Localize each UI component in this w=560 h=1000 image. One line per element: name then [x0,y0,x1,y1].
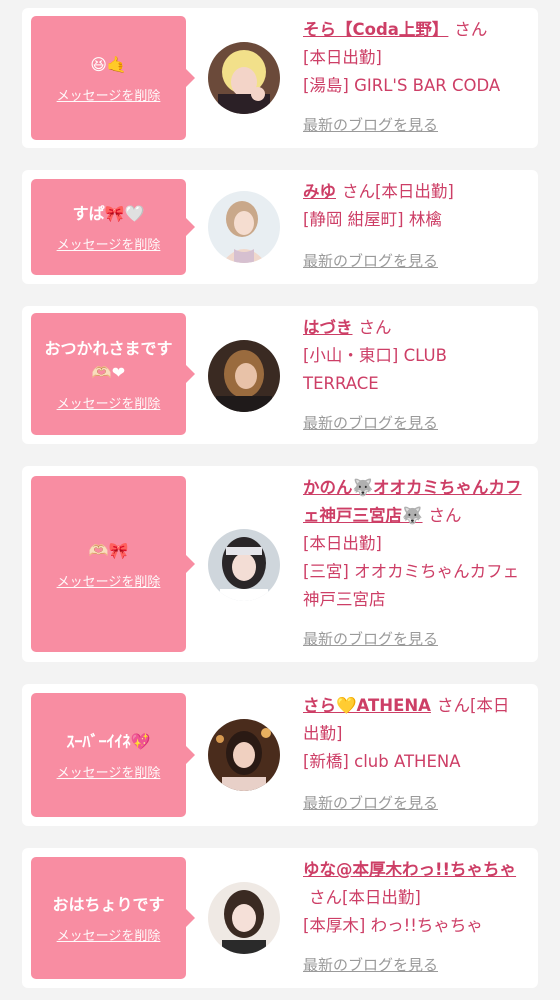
message-card: ｽｰﾊﾞｰｲｲﾈ💖 メッセージを削除 さら💛ATHENA さん[本日出勤] [新橋… [22,684,538,826]
latest-blog-link[interactable]: 最新のブログを見る [303,412,438,433]
avatar[interactable] [208,340,280,412]
message-bubble: おつかれさまです 🫶🏻❤ メッセージを削除 [31,313,195,435]
girl-info: はづき さん [小山・東口] CLUB TERRACE [303,314,525,398]
honorific: さん [358,318,392,337]
delete-message-button[interactable]: メッセージを削除 [57,925,161,944]
honorific: さん [342,182,375,201]
message-card: 😆🤙 メッセージを削除 そら【Coda上野】 さん [本日出勤] [湯島] GIR… [22,8,538,148]
shop-info: [本厚木] わっ!!ちゃちゃ [303,916,483,935]
attendance-status: [本日出勤] [375,182,454,201]
avatar[interactable] [208,191,280,263]
latest-blog-link[interactable]: 最新のブログを見る [303,114,438,135]
avatar[interactable] [208,719,280,791]
shop-info: [本日出勤] [三宮] オオカミちゃんカフェ神戸三宮店 [303,534,520,609]
delete-message-button[interactable]: メッセージを削除 [57,762,161,781]
message-text: 😆🤙 [90,54,127,74]
girl-name-link[interactable]: かのん🐺オオカミちゃんカフェ神戸三宮店🐺 [303,478,522,525]
message-text: 🫶🏻🎀 [88,540,129,560]
message-text: おつかれさまです 🫶🏻❤ [44,338,173,382]
girl-info: さら💛ATHENA さん[本日出勤] [新橋] club ATHENA [303,692,525,776]
girl-name-link[interactable]: はづき [303,318,353,337]
shop-info: [静岡 紺屋町] 林檎 [303,210,442,229]
message-card: おつかれさまです 🫶🏻❤ メッセージを削除 はづき さん [小山・東口] CLUB… [22,306,538,444]
message-list: 😆🤙 メッセージを削除 そら【Coda上野】 さん [本日出勤] [湯島] GIR… [0,0,560,1000]
message-card: おはちょりです メッセージを削除 ゆな@本厚木わっ!!ちゃちゃさん[本日出勤] … [22,848,538,988]
message-bubble: 😆🤙 メッセージを削除 [31,16,195,140]
latest-blog-link[interactable]: 最新のブログを見る [303,792,438,813]
attendance-status: [本日出勤] [342,888,421,907]
avatar[interactable] [208,42,280,114]
girl-info: そら【Coda上野】 さん [本日出勤] [湯島] GIRL'S BAR CODA [303,16,525,100]
message-bubble: おはちょりです メッセージを削除 [31,857,195,979]
girl-name-link[interactable]: さら💛ATHENA [303,696,431,715]
honorific: さん [454,20,488,39]
latest-blog-link[interactable]: 最新のブログを見る [303,628,438,649]
shop-info: [新橋] club ATHENA [303,752,461,771]
girl-info: かのん🐺オオカミちゃんカフェ神戸三宮店🐺 さん [本日出勤] [三宮] オオカミち… [303,474,525,614]
delete-message-button[interactable]: メッセージを削除 [57,393,161,412]
message-card: すぱ🎀🤍 メッセージを削除 みゆ さん[本日出勤] [静岡 紺屋町] 林檎 最新の… [22,170,538,284]
latest-blog-link[interactable]: 最新のブログを見る [303,954,438,975]
latest-blog-link[interactable]: 最新のブログを見る [303,250,438,271]
honorific: さん [309,888,342,907]
message-bubble: ｽｰﾊﾞｰｲｲﾈ💖 メッセージを削除 [31,693,195,817]
girl-name-link[interactable]: そら【Coda上野】 [303,20,448,39]
message-bubble: すぱ🎀🤍 メッセージを削除 [31,179,195,275]
girl-info: みゆ さん[本日出勤] [静岡 紺屋町] 林檎 [303,178,525,234]
honorific: さん [436,696,470,715]
message-card: 🫶🏻🎀 メッセージを削除 かのん🐺オオカミちゃんカフェ神戸三宮店🐺 さん [本日出… [22,466,538,662]
girl-name-link[interactable]: みゆ [303,182,336,201]
shop-info: [本日出勤] [湯島] GIRL'S BAR CODA [303,48,501,95]
girl-name-link[interactable]: ゆな@本厚木わっ!!ちゃちゃ [303,860,516,879]
message-text: おはちょりです [52,894,165,914]
message-text: ｽｰﾊﾞｰｲｲﾈ💖 [66,731,151,751]
delete-message-button[interactable]: メッセージを削除 [57,571,161,590]
shop-info: [小山・東口] CLUB TERRACE [303,346,447,393]
avatar[interactable] [208,529,280,601]
girl-info: ゆな@本厚木わっ!!ちゃちゃさん[本日出勤] [本厚木] わっ!!ちゃちゃ [303,856,525,940]
honorific: さん [428,506,462,525]
message-bubble: 🫶🏻🎀 メッセージを削除 [31,476,195,652]
delete-message-button[interactable]: メッセージを削除 [57,234,161,253]
message-text: すぱ🎀🤍 [72,203,145,223]
delete-message-button[interactable]: メッセージを削除 [57,85,161,104]
avatar[interactable] [208,882,280,954]
